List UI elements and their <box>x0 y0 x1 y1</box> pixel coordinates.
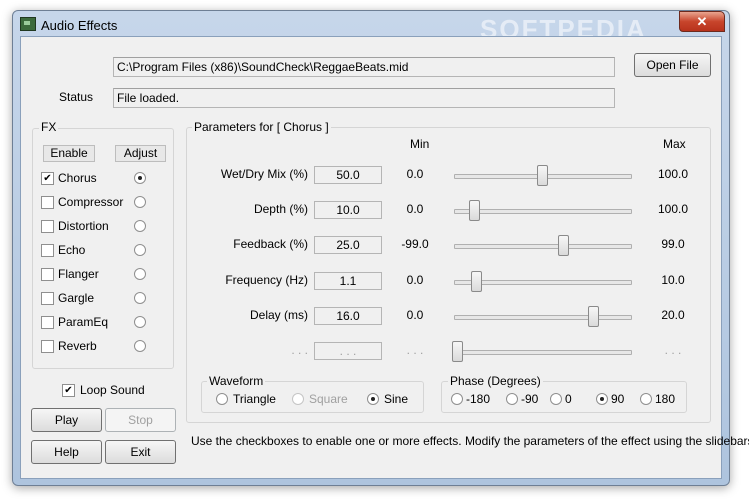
app-icon <box>20 17 36 31</box>
slider-thumb[interactable] <box>558 235 570 257</box>
parameter-max: 20.0 <box>661 307 685 322</box>
fx-adjust-radio-gargle[interactable] <box>134 292 146 304</box>
waveform-label-square: Square <box>309 392 348 406</box>
slider-track <box>454 350 632 355</box>
exit-button[interactable]: Exit <box>105 440 176 464</box>
slider-track <box>454 244 632 250</box>
parameter-value-field[interactable]: 50.0 <box>314 166 382 184</box>
window-title: Audio Effects <box>41 18 118 33</box>
waveform-radio-triangle[interactable] <box>216 393 228 405</box>
help-button[interactable]: Help <box>31 440 102 464</box>
fx-adjust-radio-reverb[interactable] <box>134 340 146 352</box>
parameter-label: Wet/Dry Mix (%) <box>220 167 308 181</box>
fx-adjust-radio-flanger[interactable] <box>134 268 146 280</box>
fx-enable-checkbox-distortion[interactable] <box>41 220 54 233</box>
close-button[interactable]: ✕ <box>679 11 725 32</box>
slider-thumb[interactable] <box>469 200 480 222</box>
parameter-max: . . . <box>664 343 682 357</box>
fx-label-parameq: ParamEq <box>58 315 109 329</box>
phase-radio-1[interactable] <box>506 393 518 405</box>
fx-adjust-radio-parameq[interactable] <box>134 316 146 328</box>
fx-adjust-radio-distortion[interactable] <box>134 220 146 232</box>
parameter-value-field[interactable]: 10.0 <box>314 201 382 220</box>
stop-button[interactable]: Stop <box>105 408 176 432</box>
status-label: Status <box>59 90 94 104</box>
parameter-label: . . . <box>291 343 308 357</box>
parameter-label: Delay (ms) <box>249 307 308 322</box>
fx-enable-checkbox-compressor[interactable] <box>41 196 54 209</box>
fx-group-label: FX <box>39 120 59 134</box>
phase-label-3: 90 <box>611 392 625 406</box>
parameter-value-field[interactable]: 1.1 <box>314 271 382 290</box>
phase-label-4: 180 <box>655 392 676 406</box>
waveform-radio-sine[interactable] <box>367 393 379 405</box>
fx-label-reverb: Reverb <box>58 339 97 353</box>
fx-enable-checkbox-chorus[interactable]: ✔ <box>41 172 54 185</box>
help-hint-text: Use the checkboxes to enable one or more… <box>191 434 749 448</box>
slider-thumb[interactable] <box>470 270 482 292</box>
fx-enable-checkbox-flanger[interactable] <box>41 268 54 281</box>
max-header: Max <box>663 137 686 151</box>
fx-label-flanger: Flanger <box>58 267 99 281</box>
fx-adjust-radio-compressor[interactable] <box>134 196 146 208</box>
slider-thumb[interactable] <box>588 305 599 327</box>
loop-sound-label: Loop Sound <box>80 383 145 397</box>
loop-sound-checkbox[interactable]: ✔ <box>62 384 75 397</box>
phase-label-0: -180 <box>466 392 491 406</box>
status-field: File loaded. <box>113 88 615 108</box>
fx-enable-checkbox-gargle[interactable] <box>41 292 54 305</box>
fx-adjust-radio-echo[interactable] <box>134 244 146 256</box>
parameter-label: Depth (%) <box>253 202 308 217</box>
fx-adjust-radio-chorus[interactable] <box>134 172 146 184</box>
parameter-min: . . . <box>406 343 424 357</box>
parameter-max: 10.0 <box>661 272 685 287</box>
parameter-label: Frequency (Hz) <box>225 272 308 287</box>
parameter-min: 0.0 <box>406 167 424 181</box>
file-path-field[interactable]: C:\Program Files (x86)\SoundCheck\Reggae… <box>113 57 615 77</box>
phase-radio-3[interactable] <box>596 393 608 405</box>
phase-label-2: 0 <box>565 392 572 406</box>
slider-track <box>454 209 632 215</box>
fx-label-echo: Echo <box>58 243 86 257</box>
waveform-radio-square <box>292 393 304 405</box>
min-header: Min <box>410 137 430 151</box>
fx-enable-checkbox-reverb[interactable] <box>41 340 54 353</box>
open-file-button[interactable]: Open File <box>634 53 711 77</box>
parameter-label: Feedback (%) <box>233 237 308 252</box>
slider-thumb[interactable] <box>537 165 548 186</box>
parameters-group-label: Parameters for [ Chorus ] <box>192 120 331 134</box>
fx-label-distortion: Distortion <box>58 219 109 233</box>
waveform-group-label: Waveform <box>207 374 266 388</box>
phase-group-label: Phase (Degrees) <box>448 374 543 388</box>
fx-label-compressor: Compressor <box>58 195 124 209</box>
parameter-min: -99.0 <box>401 237 429 252</box>
fx-enable-checkbox-echo[interactable] <box>41 244 54 257</box>
parameter-min: 0.0 <box>406 307 424 322</box>
parameter-value-field[interactable]: 25.0 <box>314 236 382 255</box>
close-icon: ✕ <box>696 13 708 29</box>
parameter-value-field: . . . <box>314 342 382 360</box>
phase-radio-4[interactable] <box>640 393 652 405</box>
enable-header: Enable <box>43 145 95 162</box>
play-button[interactable]: Play <box>31 408 102 432</box>
phase-radio-2[interactable] <box>550 393 562 405</box>
parameter-min: 0.0 <box>406 202 424 217</box>
parameter-max: 100.0 <box>657 202 689 217</box>
parameter-max: 99.0 <box>661 237 685 252</box>
fx-label-chorus: Chorus <box>58 171 97 185</box>
phase-radio-0[interactable] <box>451 393 463 405</box>
waveform-label-sine: Sine <box>384 392 409 406</box>
slider-thumb <box>452 341 463 362</box>
parameter-value-field[interactable]: 16.0 <box>314 306 382 325</box>
waveform-label-triangle: Triangle <box>233 392 276 406</box>
fx-label-gargle: Gargle <box>58 291 95 305</box>
adjust-header: Adjust <box>115 145 166 162</box>
parameter-max: 100.0 <box>657 167 689 181</box>
slider-track <box>454 314 632 320</box>
phase-label-1: -90 <box>521 392 539 406</box>
fx-enable-checkbox-parameq[interactable] <box>41 316 54 329</box>
parameter-min: 0.0 <box>406 272 424 287</box>
